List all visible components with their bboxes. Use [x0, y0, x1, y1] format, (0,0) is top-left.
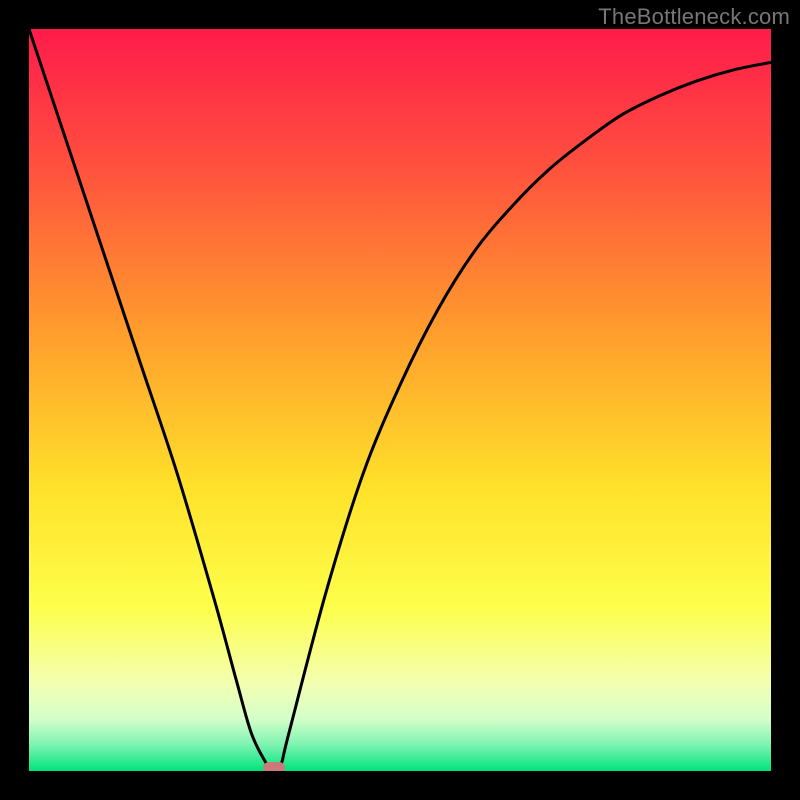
plot-area [29, 29, 771, 771]
optimum-marker [263, 762, 285, 771]
chart-frame: TheBottleneck.com [0, 0, 800, 800]
watermark-text: TheBottleneck.com [598, 4, 790, 30]
bottleneck-curve [29, 29, 771, 771]
curve-layer [29, 29, 771, 771]
